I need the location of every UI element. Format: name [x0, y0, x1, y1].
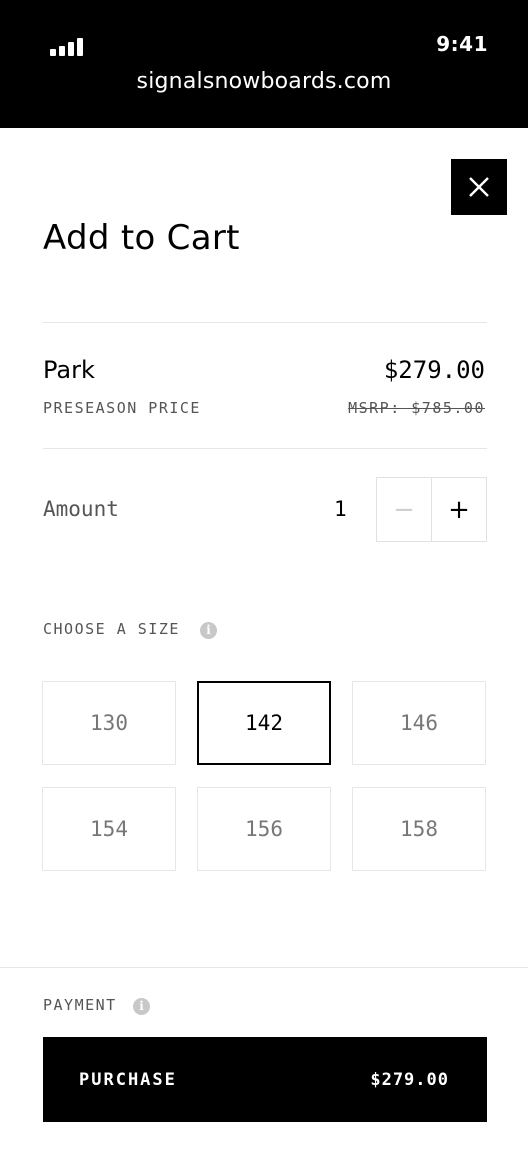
size-option-156[interactable]: 156	[197, 787, 331, 871]
page-title: Add to Cart	[43, 218, 240, 258]
close-button[interactable]	[451, 159, 507, 215]
status-time: 9:41	[436, 32, 488, 56]
payment-label: PAYMENT	[43, 996, 117, 1014]
size-option-146[interactable]: 146	[352, 681, 486, 765]
product-name: Park	[43, 356, 95, 384]
size-option-154[interactable]: 154	[42, 787, 176, 871]
size-option-130[interactable]: 130	[42, 681, 176, 765]
decrement-button[interactable]: −	[377, 478, 432, 541]
size-option-158[interactable]: 158	[352, 787, 486, 871]
signal-strength-icon	[50, 38, 86, 56]
msrp-price: MSRP: $785.00	[348, 399, 485, 417]
purchase-amount: $279.00	[370, 1070, 449, 1090]
close-icon	[469, 177, 489, 197]
quantity-stepper: − +	[376, 477, 487, 542]
choose-size-label: CHOOSE A SIZE	[43, 620, 180, 638]
purchase-button[interactable]: PURCHASE $279.00	[43, 1037, 487, 1122]
amount-label: Amount	[43, 497, 119, 521]
size-option-142[interactable]: 142	[197, 681, 331, 765]
divider	[43, 448, 487, 449]
amount-value: 1	[334, 497, 347, 521]
info-icon[interactable]: i	[133, 998, 150, 1015]
price-note: PRESEASON PRICE	[43, 399, 201, 417]
increment-button[interactable]: +	[432, 478, 486, 541]
purchase-label: PURCHASE	[79, 1070, 177, 1090]
product-price: $279.00	[383, 356, 485, 384]
address-bar-url[interactable]: signalsnowboards.com	[0, 69, 528, 94]
divider	[0, 967, 528, 968]
browser-bar: 9:41 signalsnowboards.com	[0, 0, 528, 128]
divider	[43, 322, 487, 323]
info-icon[interactable]: i	[200, 622, 217, 639]
